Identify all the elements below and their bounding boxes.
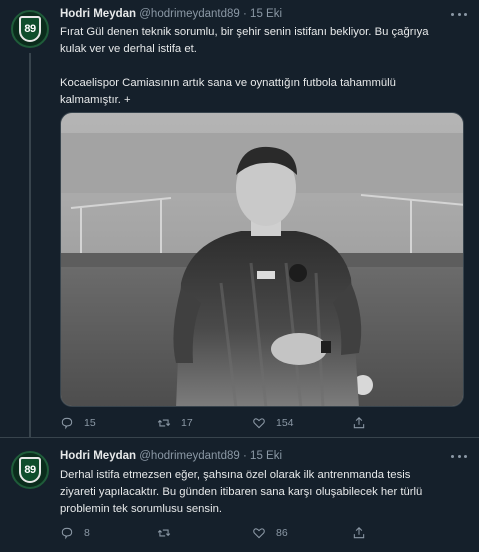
- tweet[interactable]: 89 Hodri Meydan @hodrimeydantd89 · 15 Ek…: [0, 437, 479, 552]
- tweet-actions: 15 17 154: [60, 416, 440, 432]
- tweet-header: Hodri Meydan @hodrimeydantd89 · 15 Eki: [60, 8, 282, 20]
- like-count: 154: [276, 417, 294, 429]
- like-button[interactable]: 86: [252, 526, 288, 540]
- tweet-actions: 8 86: [60, 526, 440, 542]
- author-handle[interactable]: @hodrimeydantd89: [139, 450, 240, 462]
- share-button[interactable]: [352, 416, 366, 430]
- like-count: 86: [276, 527, 288, 539]
- reply-button[interactable]: 8: [60, 526, 90, 540]
- date-separator: ·: [243, 8, 247, 20]
- tweet-text-line: kulak ver ve derhal istifa et.: [60, 43, 197, 55]
- avatar-text: 89: [24, 464, 36, 476]
- club-badge-icon: 89: [19, 457, 41, 483]
- like-button[interactable]: 154: [252, 416, 294, 430]
- tweet-date[interactable]: 15 Eki: [250, 8, 282, 20]
- author-handle[interactable]: @hodrimeydantd89: [139, 8, 240, 20]
- like-icon: [253, 528, 265, 539]
- reply-count: 15: [84, 417, 96, 429]
- retweet-icon: [157, 419, 171, 427]
- retweet-icon: [157, 529, 171, 537]
- tweet-text-line: ziyareti yapılacaktır. Bu günden itibare…: [60, 486, 423, 498]
- club-badge-icon: 89: [19, 16, 41, 42]
- more-icon[interactable]: [451, 455, 467, 461]
- reply-button[interactable]: 15: [60, 416, 96, 430]
- avatar[interactable]: 89: [11, 10, 49, 48]
- tweet-text-line: problemin tek sorumlusu sensin.: [60, 503, 222, 515]
- tweet-text-line: Kocaelispor Camiasının artık sana ve oyn…: [60, 77, 396, 89]
- tweet-text-line: Derhal istifa etmezsen eğer, şahsına öze…: [60, 469, 411, 481]
- tweet-text-line: kalmamıştır. +: [60, 94, 131, 106]
- tweet-photo[interactable]: [60, 112, 464, 407]
- author-name[interactable]: Hodri Meydan: [60, 450, 136, 462]
- retweet-count: 17: [181, 417, 193, 429]
- retweet-button[interactable]: 17: [157, 416, 193, 430]
- author-name[interactable]: Hodri Meydan: [60, 8, 136, 20]
- more-icon[interactable]: [451, 13, 467, 19]
- reply-icon: [61, 527, 73, 540]
- thread-line: [29, 53, 31, 437]
- tweet-text: Fırat Gül denen teknik sorumlu, bir şehi…: [60, 24, 468, 109]
- date-separator: ·: [243, 450, 247, 462]
- tweet[interactable]: 89 Hodri Meydan @hodrimeydantd89 · 15 Ek…: [0, 0, 479, 437]
- tweet-text: Derhal istifa etmezsen eğer, şahsına öze…: [60, 467, 468, 518]
- avatar[interactable]: 89: [11, 451, 49, 489]
- retweet-button[interactable]: [157, 526, 181, 540]
- tweet-date[interactable]: 15 Eki: [250, 450, 282, 462]
- tweet-text-line: Fırat Gül denen teknik sorumlu, bir şehi…: [60, 26, 429, 38]
- tweet-header: Hodri Meydan @hodrimeydantd89 · 15 Eki: [60, 450, 282, 462]
- share-icon: [353, 417, 365, 429]
- share-button[interactable]: [352, 526, 366, 540]
- reply-icon: [61, 417, 73, 430]
- reply-count: 8: [84, 527, 90, 539]
- share-icon: [353, 527, 365, 539]
- photo-coach-training: [61, 113, 463, 406]
- avatar-text: 89: [24, 23, 36, 35]
- like-icon: [253, 418, 265, 429]
